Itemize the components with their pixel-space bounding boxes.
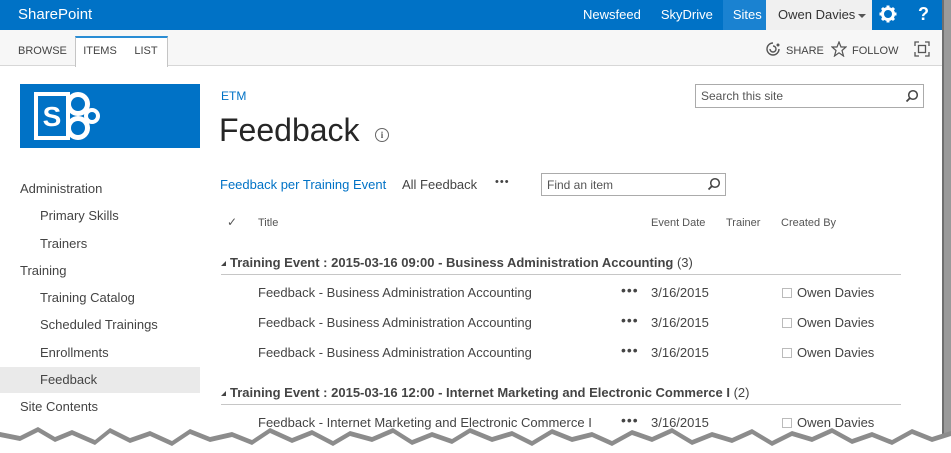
site-logo[interactable]: S xyxy=(20,84,200,148)
nav-training[interactable]: Training xyxy=(20,258,66,284)
find-item-input[interactable] xyxy=(547,174,725,195)
more-views-button[interactable]: ••• xyxy=(495,176,510,188)
item-title[interactable]: Feedback - Business Administration Accou… xyxy=(258,315,532,330)
item-created-by[interactable]: Owen Davies xyxy=(797,285,874,300)
item-event-date: 3/16/2015 xyxy=(651,415,709,430)
column-trainer[interactable]: Trainer xyxy=(726,217,760,229)
suite-links: Newsfeed SkyDrive Sites xyxy=(573,0,772,30)
group-label: Training Event : 2015-03-16 12:00 xyxy=(230,385,435,400)
group-count: (3) xyxy=(676,255,693,270)
brand-title[interactable]: SharePoint xyxy=(18,6,92,23)
suite-bar: SharePoint Newsfeed SkyDrive Sites Owen … xyxy=(0,0,944,30)
nav-feedback[interactable]: Feedback xyxy=(0,367,200,393)
table-row[interactable]: Feedback - Internet Marketing and Electr… xyxy=(221,412,901,445)
view-feedback-per-training-event[interactable]: Feedback per Training Event xyxy=(220,177,386,192)
focus-on-content-icon[interactable] xyxy=(914,41,930,62)
ribbon: BROWSE ITEMS LIST SHARE FOLLOW xyxy=(0,30,944,67)
nav-trainers[interactable]: Trainers xyxy=(40,231,87,257)
group-name: Business Administration Accounting xyxy=(446,255,674,270)
item-event-date: 3/16/2015 xyxy=(651,315,709,330)
item-title[interactable]: Feedback - Business Administration Accou… xyxy=(258,285,532,300)
find-item-box xyxy=(541,173,726,196)
gear-icon[interactable] xyxy=(879,5,897,28)
nav-administration[interactable]: Administration xyxy=(20,176,102,202)
help-icon[interactable]: ? xyxy=(918,4,929,25)
item-event-date: 3/16/2015 xyxy=(651,345,709,360)
item-created-by[interactable]: Owen Davies xyxy=(797,415,874,430)
item-menu-button[interactable]: ••• xyxy=(621,412,639,428)
presence-icon xyxy=(782,348,792,358)
svg-text:S: S xyxy=(43,101,62,132)
search-icon[interactable] xyxy=(905,89,919,106)
site-search-input[interactable] xyxy=(701,85,923,107)
item-menu-button[interactable]: ••• xyxy=(621,282,639,298)
table-row[interactable]: Feedback - Business Administration Accou… xyxy=(221,342,901,375)
presence-icon xyxy=(782,318,792,328)
group-count: (2) xyxy=(733,385,750,400)
group-header[interactable]: Training Event : 2015-03-16 09:00 - Busi… xyxy=(221,255,901,275)
item-created-by[interactable]: Owen Davies xyxy=(797,315,874,330)
nav-scheduled-trainings[interactable]: Scheduled Trainings xyxy=(40,312,158,338)
tab-browse[interactable]: BROWSE xyxy=(18,36,67,66)
select-all-checkmark-icon[interactable]: ✓ xyxy=(227,215,237,229)
nav-training-catalog[interactable]: Training Catalog xyxy=(40,285,135,311)
user-name: Owen Davies xyxy=(778,7,856,22)
collapse-triangle-icon[interactable] xyxy=(221,391,226,396)
group-header[interactable]: Training Event : 2015-03-16 12:00 - Inte… xyxy=(221,385,901,405)
chevron-down-icon xyxy=(858,13,867,18)
follow-button[interactable]: FOLLOW xyxy=(852,45,898,57)
share-button[interactable]: SHARE xyxy=(786,45,824,57)
presence-icon xyxy=(782,418,792,428)
view-all-feedback[interactable]: All Feedback xyxy=(402,177,477,192)
column-title[interactable]: Title xyxy=(258,217,278,229)
collapse-triangle-icon[interactable] xyxy=(221,261,226,266)
info-icon[interactable]: i xyxy=(375,128,389,142)
item-menu-button[interactable]: ••• xyxy=(621,312,639,328)
suite-link-newsfeed[interactable]: Newsfeed xyxy=(573,0,651,30)
nav-site-contents[interactable]: Site Contents xyxy=(20,394,98,420)
item-title[interactable]: Feedback - Business Administration Accou… xyxy=(258,345,532,360)
item-event-date: 3/16/2015 xyxy=(651,285,709,300)
nav-primary-skills[interactable]: Primary Skills xyxy=(40,203,119,229)
table-row[interactable]: Feedback - Business Administration Accou… xyxy=(221,282,901,315)
site-search-box xyxy=(695,84,924,108)
share-icon[interactable] xyxy=(766,42,780,61)
table-row[interactable]: Feedback - Business Administration Accou… xyxy=(221,312,901,345)
tab-items[interactable]: ITEMS xyxy=(78,36,122,66)
column-event-date[interactable]: Event Date xyxy=(651,217,705,229)
breadcrumb[interactable]: ETM xyxy=(221,89,246,103)
item-title[interactable]: Feedback - Internet Marketing and Electr… xyxy=(258,415,592,430)
tab-list[interactable]: LIST xyxy=(126,36,166,66)
suite-link-sites[interactable]: Sites xyxy=(722,0,772,30)
nav-enrollments[interactable]: Enrollments xyxy=(40,340,109,366)
group-separator: - xyxy=(434,385,447,400)
group-separator: - xyxy=(434,255,447,270)
item-created-by[interactable]: Owen Davies xyxy=(797,345,874,360)
star-icon[interactable] xyxy=(830,40,848,62)
group-label: Training Event : 2015-03-16 09:00 xyxy=(230,255,435,270)
search-icon[interactable] xyxy=(707,177,721,194)
presence-icon xyxy=(782,288,792,298)
item-menu-button[interactable]: ••• xyxy=(621,342,639,358)
group-name: Internet Marketing and Electronic Commer… xyxy=(446,385,730,400)
page-title: Feedback xyxy=(219,112,360,148)
user-menu[interactable]: Owen Davies xyxy=(766,0,872,30)
suite-link-skydrive[interactable]: SkyDrive xyxy=(651,0,723,30)
column-created-by[interactable]: Created By xyxy=(781,217,836,229)
